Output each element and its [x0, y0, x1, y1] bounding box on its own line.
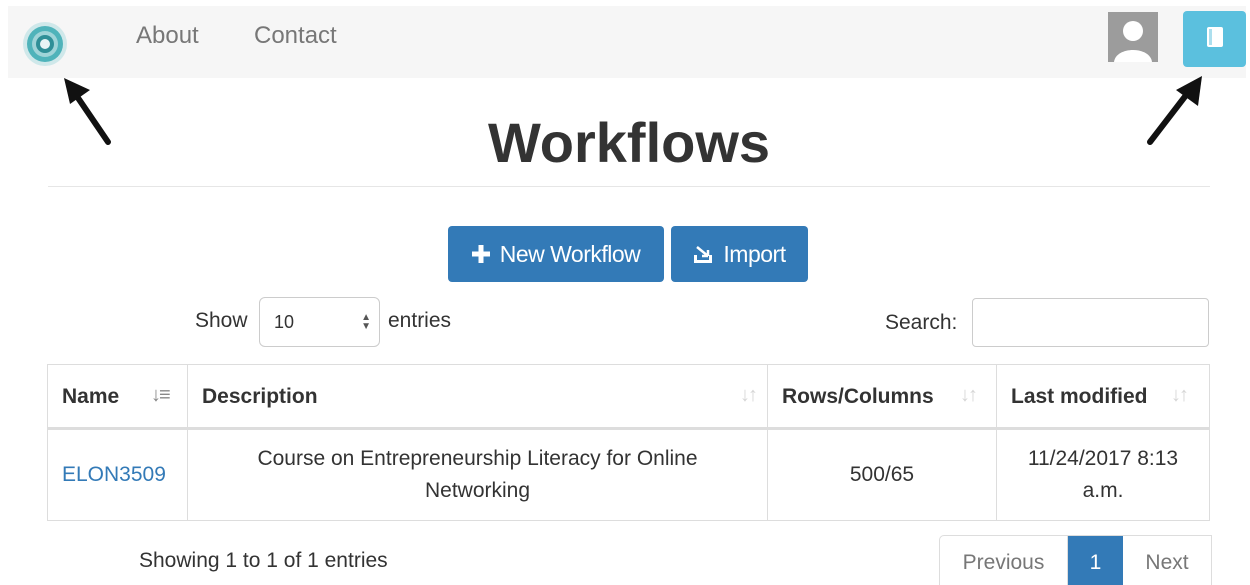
column-header-description[interactable]: Description ↓↑	[188, 365, 768, 427]
sort-icon: ↓≡	[151, 384, 171, 406]
column-header-label: Rows/Columns	[782, 385, 934, 408]
plus-icon	[471, 245, 490, 263]
previous-page-button[interactable]: Previous	[940, 536, 1068, 585]
book-button[interactable]	[1183, 11, 1246, 67]
page-title: Workflows	[487, 111, 771, 174]
import-button[interactable]: Import	[671, 226, 808, 282]
workflows-table: Name ↓≡ Description ↓↑ Rows/Columns ↓↑ L…	[47, 364, 1210, 521]
column-header-label: Last modified	[1011, 385, 1148, 408]
table-info: Showing 1 to 1 of 1 entries	[139, 549, 388, 572]
search-label: Search:	[885, 311, 958, 334]
column-header-name[interactable]: Name ↓≡	[48, 365, 188, 427]
entries-label: entries	[388, 309, 452, 332]
new-workflow-button[interactable]: New Workflow	[448, 226, 664, 282]
workflow-name-link[interactable]: ELON3509	[48, 430, 188, 520]
user-avatar-icon[interactable]	[1108, 12, 1158, 62]
workflow-rows-columns: 500/65	[768, 430, 997, 520]
column-header-label: Description	[202, 385, 318, 408]
nav-about-link[interactable]: About	[136, 22, 199, 50]
import-icon	[693, 244, 713, 264]
select-caret-icon: ▲ ▼	[361, 312, 371, 332]
column-header-last-modified[interactable]: Last modified ↓↑	[997, 365, 1209, 427]
column-header-rows-columns[interactable]: Rows/Columns ↓↑	[768, 365, 997, 427]
workflow-last-modified: 11/24/2017 8:13 a.m.	[1027, 447, 1179, 502]
sort-icon: ↓↑	[1171, 384, 1189, 406]
nav-contact-link[interactable]: Contact	[254, 22, 337, 50]
entries-select-value: 10	[274, 312, 295, 332]
show-label: Show	[195, 309, 248, 332]
new-workflow-label: New Workflow	[499, 240, 641, 267]
sort-icon: ↓↑	[960, 384, 978, 406]
entries-select[interactable]: 10 ▲ ▼	[259, 297, 380, 347]
workflow-description: Course on Entrepreneurship Literacy for …	[188, 430, 768, 520]
page-1-button[interactable]: 1	[1068, 536, 1123, 585]
column-header-label: Name	[62, 385, 120, 408]
next-page-button[interactable]: Next	[1123, 536, 1211, 585]
app-logo-icon[interactable]	[20, 18, 70, 70]
import-label: Import	[723, 240, 786, 267]
title-divider	[48, 186, 1210, 187]
search-input[interactable]	[972, 298, 1209, 347]
pagination: Previous 1 Next	[939, 535, 1212, 585]
sort-icon: ↓↑	[740, 384, 758, 406]
book-icon	[1205, 26, 1225, 53]
navbar: About Contact	[8, 6, 1246, 78]
